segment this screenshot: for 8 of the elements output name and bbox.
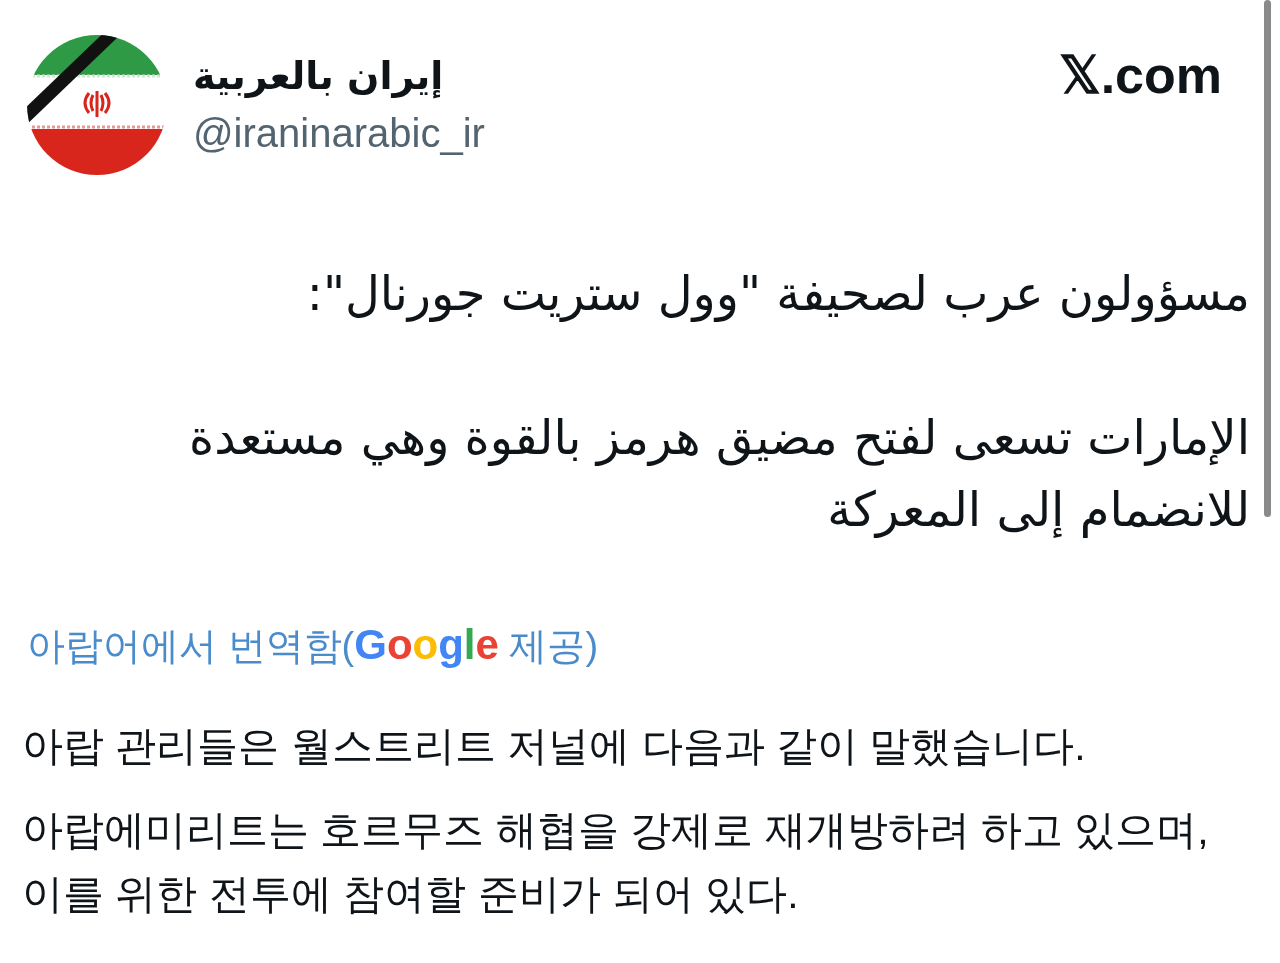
translated-paragraph: 아랍에미리트는 호르무즈 해협을 강제로 재개방하려 하고 있으며, 이를 위한 전투에 참여할 준비가 되어 있다.: [22, 806, 1210, 919]
user-handle[interactable]: @iraninarabic_ir: [193, 105, 485, 161]
site-logo: 𝕏.com: [1058, 45, 1222, 105]
display-name[interactable]: إيران بالعربية: [193, 47, 444, 105]
translated-paragraph: 아랍 관리들은 월스트리트 저널에 다음과 같이 말했습니다.: [22, 722, 1087, 771]
translation-label: 아랍어에서 번역함(Google 제공): [26, 620, 600, 670]
post-paragraph: الإمارات تسعى لفتح مضيق هرمز بالقوة وهي مستعدة للانضمام إلى المعركة: [188, 408, 1250, 540]
post-paragraph: مسؤولون عرب لصحيفة "وول ستريت جورنال":: [305, 264, 1250, 324]
